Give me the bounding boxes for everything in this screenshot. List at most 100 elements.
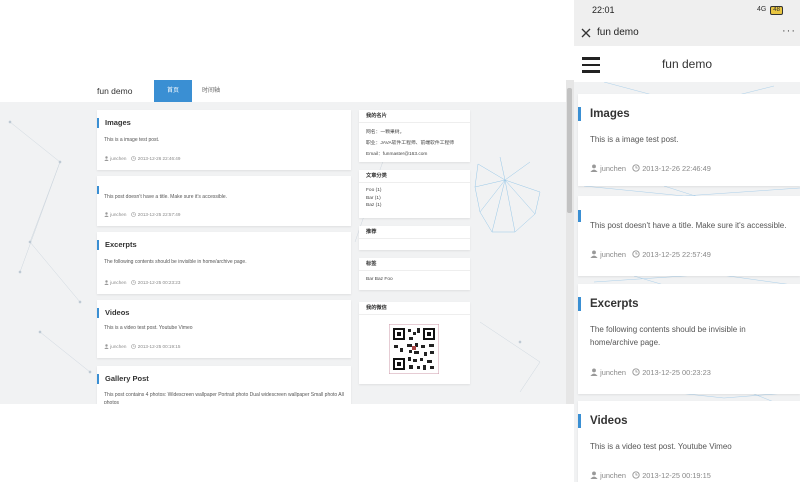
user-icon (590, 368, 598, 376)
tag-links[interactable]: Bar Baz Foo (359, 271, 470, 288)
widget-title: 标签 (359, 258, 470, 271)
post-title[interactable]: Excerpts (97, 240, 137, 250)
vertical-scrollbar[interactable] (566, 80, 574, 404)
post-author: junchen (600, 164, 626, 173)
post-title[interactable]: Images (97, 118, 131, 128)
post-author: junchen (600, 368, 626, 377)
widget-title: 我的名片 (359, 110, 470, 123)
scrollbar-thumb[interactable] (567, 88, 572, 213)
battery-icon: 48 (770, 6, 783, 15)
post-excerpt: This is a image test post. (104, 137, 160, 143)
post-card[interactable]: Excerpts The following contents should b… (578, 284, 800, 394)
post-card[interactable]: This post doesn’t have a title. Make sur… (97, 176, 351, 226)
post-title-marker (578, 210, 590, 222)
category-link[interactable]: Baz (1) (366, 202, 463, 210)
post-card[interactable]: Gallery Post This post contains 4 photos… (97, 366, 351, 404)
post-date: 2013-12-25 00:23:23 (642, 368, 711, 377)
post-meta: junchen 2013-12-25 00:19:15 (104, 344, 180, 349)
signal-label: 4G (757, 6, 767, 13)
more-options-icon[interactable]: ··· (782, 25, 796, 37)
clock-icon (632, 368, 640, 376)
titlebar-title: fun demo (597, 27, 639, 38)
post-title[interactable]: Videos (97, 308, 129, 318)
recommend-widget: 推荐 (359, 226, 470, 250)
post-card[interactable]: Images This is a image test post. junche… (97, 110, 351, 170)
site-header: fun demo 首页 时间轴 (0, 80, 574, 102)
site-logo[interactable]: fun demo (97, 86, 132, 96)
profile-widget: 我的名片 网名：一颗果树。 职业：JAVA软件工程师、前端软件工程师 Email… (359, 110, 470, 162)
post-card[interactable]: Videos This is a video test post. Youtub… (578, 401, 800, 482)
post-author: junchen (600, 250, 626, 259)
mobile-screenshot: 22:01 4G 48 fun demo ··· fun demo Images… (574, 0, 800, 500)
clock-icon (131, 280, 137, 285)
post-card[interactable]: Videos This is a video test post. Youtub… (97, 300, 351, 358)
category-link[interactable]: Foo (1) (366, 187, 463, 195)
post-meta: junchen 2013-12-25 00:19:15 (590, 471, 711, 480)
category-link[interactable]: Bar (1) (366, 195, 463, 203)
widget-title: 文章分类 (359, 170, 470, 183)
categories-widget: 文章分类 Foo (1) Bar (1) Baz (1) (359, 170, 470, 218)
status-indicators: 4G 48 (757, 6, 783, 15)
post-meta: junchen 2013-12-25 22:57:49 (104, 212, 180, 217)
user-icon (104, 344, 109, 349)
post-excerpt: This is a video test post. Youtube Vimeo (590, 442, 732, 451)
user-icon (104, 212, 109, 217)
post-excerpt: The following contents should be invisib… (590, 325, 746, 347)
user-icon (104, 156, 109, 161)
post-excerpt: This is a video test post. Youtube Vimeo (104, 325, 193, 331)
clock-icon (131, 156, 137, 161)
user-icon (590, 164, 598, 172)
profile-line: 网名：一颗果树。 (366, 130, 405, 135)
user-icon (104, 280, 109, 285)
post-card[interactable]: This post doesn't have a title. Make sur… (578, 196, 800, 276)
clock-icon (632, 164, 640, 172)
post-author: junchen (110, 280, 127, 285)
profile-line: Email：funmaster@163.com (366, 152, 428, 157)
post-date: 2013-12-25 00:19:15 (137, 344, 181, 349)
post-card[interactable]: Excerpts The following contents should b… (97, 232, 351, 294)
tags-widget: 标签 Bar Baz Foo (359, 258, 470, 290)
wechat-qr-code (389, 324, 439, 374)
post-meta: junchen 2013-12-26 22:46:49 (104, 156, 180, 161)
widget-body: 网名：一颗果树。 职业：JAVA软件工程师、前端软件工程师 Email：funm… (359, 123, 470, 164)
post-date: 2013-12-26 22:46:49 (137, 156, 181, 161)
post-excerpt: The following contents should be invisib… (104, 259, 247, 265)
post-author: junchen (110, 344, 127, 349)
post-meta: junchen 2013-12-25 00:23:23 (590, 368, 711, 377)
site-logo[interactable]: fun demo (574, 57, 800, 71)
post-date: 2013-12-26 22:46:49 (642, 164, 711, 173)
app-titlebar: fun demo ··· (574, 22, 800, 46)
clock-icon (131, 212, 137, 217)
post-author: junchen (110, 212, 127, 217)
nav-timeline-tab[interactable]: 时间轴 (194, 80, 228, 102)
status-time: 22:01 (592, 5, 615, 15)
post-excerpt: This post doesn’t have a title. Make sur… (104, 194, 228, 200)
post-date: 2013-12-25 00:19:15 (642, 471, 711, 480)
content-area: Images This is a image test post. junche… (0, 102, 574, 404)
post-meta: junchen 2013-12-26 22:46:49 (590, 164, 711, 173)
nav-home-tab[interactable]: 首页 (154, 80, 192, 102)
mobile-content-area: fun demo Images This is a image test pos… (574, 46, 800, 482)
post-title[interactable]: Images (578, 107, 630, 121)
widget-title: 我的微信 (359, 302, 470, 315)
widget-title: 推荐 (359, 226, 470, 239)
bottom-blank (574, 482, 800, 500)
post-card[interactable]: Images This is a image test post. junche… (578, 94, 800, 186)
post-title[interactable]: Videos (578, 414, 628, 428)
clock-icon (632, 471, 640, 479)
status-bar: 22:01 4G 48 (574, 0, 800, 22)
post-date: 2013-12-25 22:57:49 (642, 250, 711, 259)
wechat-widget: 我的微信 (359, 302, 470, 384)
post-excerpt: This is a image test post. (590, 135, 679, 144)
clock-icon (131, 344, 137, 349)
post-excerpt: This post doesn't have a title. Make sur… (590, 221, 787, 230)
post-title[interactable]: Gallery Post (97, 374, 149, 384)
post-meta: junchen 2013-12-25 00:23:23 (104, 280, 180, 285)
close-icon[interactable] (580, 27, 592, 39)
post-date: 2013-12-25 22:57:49 (137, 212, 181, 217)
widget-body: Foo (1) Bar (1) Baz (1) (359, 183, 470, 214)
post-title[interactable]: Excerpts (578, 297, 639, 311)
user-icon (590, 471, 598, 479)
post-meta: junchen 2013-12-25 22:57:49 (590, 250, 711, 259)
profile-line: 职业：JAVA软件工程师、前端软件工程师 (366, 141, 455, 146)
